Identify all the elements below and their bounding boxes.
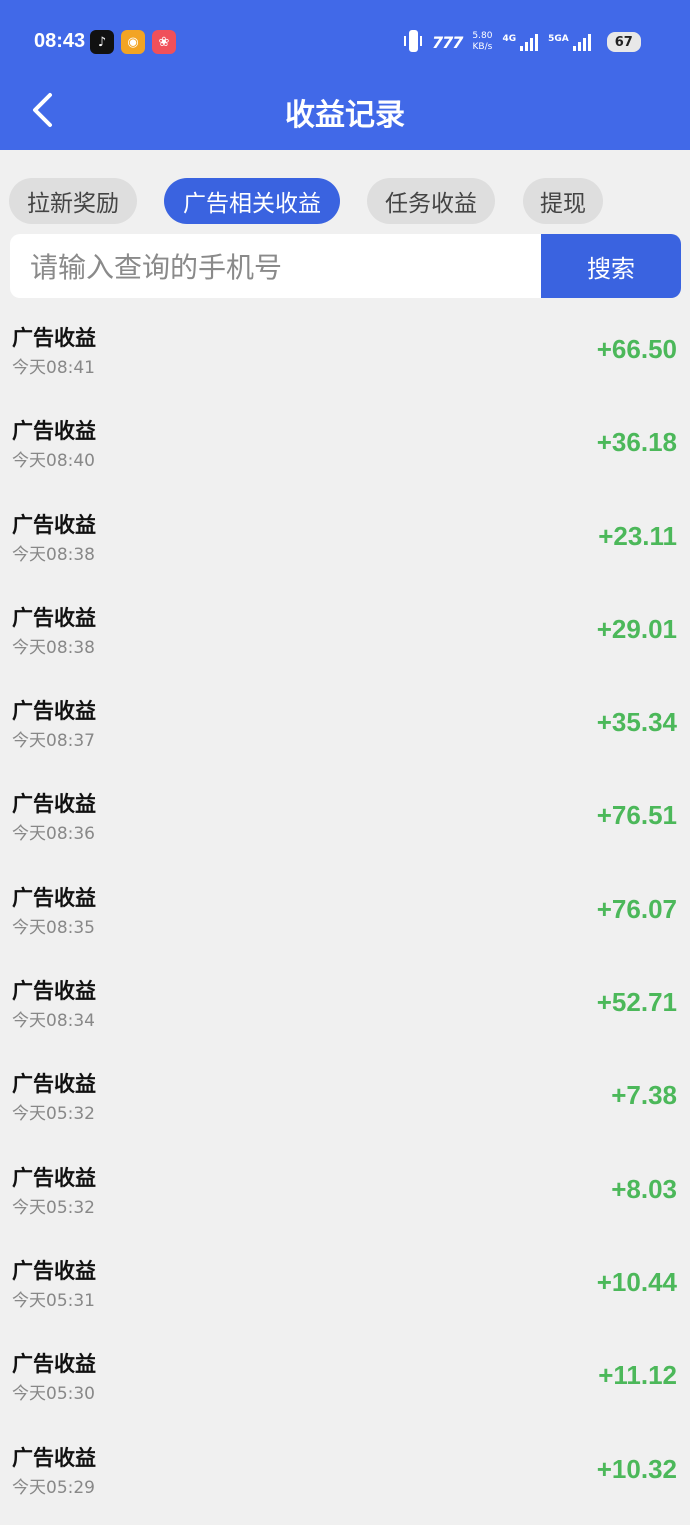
record-title: 广告收益 [12, 1165, 96, 1190]
income-record-list: 广告收益 今天08:41 +66.50 广告收益 今天08:40 +36.18 广告收益 今天… [0, 310, 690, 1523]
network-speed: 5.80 KB/s [472, 31, 492, 53]
list-item[interactable]: 广告收益今天05:32 +7.38 [0, 1056, 690, 1149]
signal-4g-icon: 4G [502, 33, 539, 51]
list-item[interactable]: 广告收益今天08:37 +35.34 [0, 683, 690, 776]
tab-new-user-reward[interactable]: 拉新奖励 [9, 178, 137, 224]
record-amount: +29.01 [596, 613, 677, 644]
record-title: 广告收益 [12, 1352, 96, 1377]
record-time: 今天08:40 [12, 451, 95, 472]
record-amount: +66.50 [596, 334, 677, 364]
list-item[interactable]: 广告收益今天08:35 +76.07 [0, 870, 690, 963]
vibrate-icon [404, 29, 422, 55]
list-item[interactable]: 广告收益今天05:30 +11.12 [0, 1336, 690, 1429]
record-title: 广告收益 [12, 605, 96, 630]
record-time: 今天08:38 [12, 637, 95, 658]
record-title: 广告收益 [12, 1445, 96, 1470]
record-title: 广告收益 [12, 979, 96, 1004]
signal-5ga-label: 5GA [548, 33, 569, 44]
record-time: 今天05:29 [12, 1477, 95, 1498]
record-time: 今天05:32 [12, 1197, 95, 1218]
record-time: 今天05:32 [12, 1104, 95, 1125]
record-title: 广告收益 [12, 885, 96, 910]
record-amount: +11.12 [598, 1360, 677, 1391]
network-speed-value: 5.80 [472, 31, 493, 41]
record-amount: +36.18 [596, 427, 677, 458]
category-tabs: 拉新奖励 广告相关收益 任务收益 提现 [0, 178, 690, 226]
record-time: 今天05:31 [12, 1290, 95, 1311]
record-amount: +23.11 [598, 520, 677, 551]
page-title: 收益记录 [285, 98, 405, 133]
record-amount: +8.03 [611, 1173, 677, 1204]
status-time: 08:43 [34, 30, 86, 52]
tab-withdraw[interactable]: 提现 [523, 178, 603, 224]
record-time: 今天08:35 [12, 917, 95, 938]
record-amount: +76.51 [596, 800, 677, 831]
tab-task-income[interactable]: 任务收益 [367, 178, 495, 224]
record-time: 今天08:34 [12, 1011, 95, 1032]
map-app-icon: ◉ [121, 30, 145, 54]
record-title: 广告收益 [12, 1258, 96, 1283]
phone-search-input[interactable] [28, 234, 532, 300]
record-title: 广告收益 [12, 1072, 96, 1097]
record-amount: +52.71 [596, 987, 677, 1018]
list-item[interactable]: 广告收益今天05:32 +8.03 [0, 1150, 690, 1243]
list-item[interactable]: 广告收益今天05:31 +10.44 [0, 1243, 690, 1336]
gallery-app-icon: ❀ [152, 30, 176, 54]
record-amount: +7.38 [611, 1080, 677, 1111]
list-item[interactable]: 广告收益今天08:40 +36.18 [0, 403, 690, 496]
record-time: 今天05:30 [12, 1384, 95, 1405]
hd-icon: 777 [432, 32, 463, 52]
record-title: 广告收益 [12, 512, 96, 537]
list-item[interactable]: 广告收益今天08:36 +76.51 [0, 776, 690, 869]
record-amount: +10.32 [596, 1453, 677, 1484]
record-title: 广告收益 [12, 326, 96, 350]
tiktok-icon: ♪ [90, 30, 114, 54]
record-time: 今天08:37 [12, 731, 95, 752]
record-amount: +10.44 [596, 1266, 677, 1297]
list-item[interactable]: 广告收益今天08:38 +23.11 [0, 497, 690, 590]
record-time: 今天08:41 [12, 358, 95, 378]
search-box [10, 234, 541, 300]
signal-5ga-icon: 5GA [548, 33, 591, 51]
list-item[interactable]: 广告收益今天05:29 +10.32 [0, 1430, 690, 1523]
tab-ad-income[interactable]: 广告相关收益 [164, 178, 340, 224]
list-item[interactable]: 广告收益今天08:38 +29.01 [0, 590, 690, 683]
status-indicators: 777 5.80 KB/s 4G 5GA 67 [404, 26, 641, 58]
record-title: 广告收益 [12, 792, 96, 817]
record-amount: +76.07 [596, 893, 677, 924]
record-title: 广告收益 [12, 419, 96, 444]
record-time: 今天08:38 [12, 544, 95, 565]
list-item[interactable]: 广告收益今天08:41 +66.50 [0, 310, 690, 403]
record-title: 广告收益 [12, 699, 96, 724]
record-time: 今天08:36 [12, 824, 95, 845]
battery-icon: 67 [606, 32, 641, 52]
top-app-bar: 08:43 ♪ ◉ ❀ 777 5.80 KB/s 4G 5GA 67 收益记录 [0, 0, 690, 150]
record-amount: +35.34 [596, 707, 677, 738]
list-item[interactable]: 广告收益今天08:34 +52.71 [0, 963, 690, 1056]
network-speed-unit: KB/s [472, 42, 493, 52]
signal-4g-label: 4G [502, 33, 517, 44]
search-button[interactable]: 搜索 [541, 234, 681, 298]
